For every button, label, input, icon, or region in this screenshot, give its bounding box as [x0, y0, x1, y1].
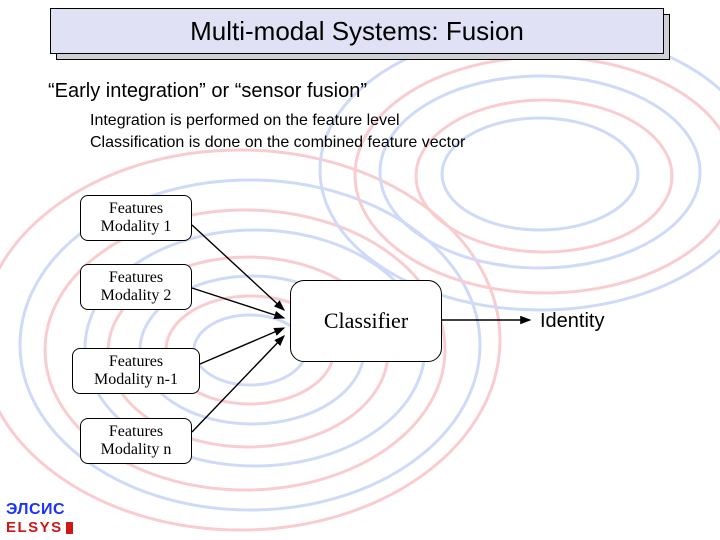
logo-bar-icon — [66, 522, 73, 534]
slide-title: Multi-modal Systems: Fusion — [190, 16, 524, 47]
box-modality-1: FeaturesModality 1 — [80, 195, 192, 241]
slide: Multi-modal Systems: Fusion “Early integ… — [0, 0, 720, 540]
label-identity: Identity — [540, 310, 604, 333]
box-modality-n: FeaturesModality n — [80, 418, 192, 464]
box-modality-n-1: FeaturesModality n-1 — [72, 348, 200, 394]
logo-ru: ЭЛСИС — [6, 501, 73, 519]
title-box: Multi-modal Systems: Fusion — [50, 8, 670, 54]
box-classifier: Classifier — [290, 280, 442, 362]
bullet-2: Classification is done on the combined f… — [90, 132, 465, 154]
lead-text: “Early integration” or “sensor fusion” — [48, 80, 367, 103]
logo-en: ELSYS — [6, 519, 73, 536]
box-modality-2: FeaturesModality 2 — [80, 264, 192, 310]
bullet-list: Integration is performed on the feature … — [90, 110, 465, 153]
bullet-1: Integration is performed on the feature … — [90, 110, 465, 132]
logo: ЭЛСИС ELSYS — [6, 501, 73, 536]
